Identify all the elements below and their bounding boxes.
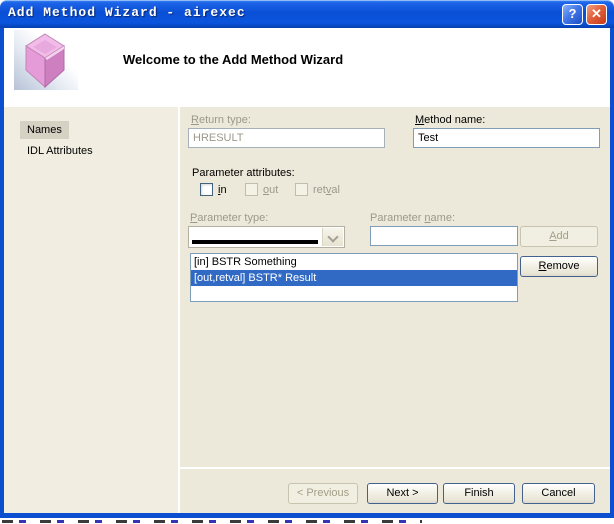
close-icon: ✕ [591,6,602,21]
window-title: Add Method Wizard - airexec [8,5,246,20]
screen: Add Method Wizard - airexec ? ✕ Welcome … [0,0,614,524]
return-type-label: Return type: [191,114,251,126]
help-button[interactable]: ? [562,4,583,25]
parameters-listbox[interactable]: [in] BSTR Something [out,retval] BSTR* R… [190,253,518,302]
sidebar-item-names[interactable]: Names [20,121,69,139]
wizard-footer: < Previous Next > Finish Cancel [180,469,610,513]
checkbox-out [245,183,258,196]
background-window-sliver [0,518,614,524]
checkbox-retval-label: retval [313,184,340,196]
finish-button[interactable]: Finish [443,483,515,504]
wizard-header: Welcome to the Add Method Wizard [4,28,610,107]
checkbox-in[interactable] [200,183,213,196]
checkbox-retval [295,183,308,196]
remove-button[interactable]: Remove [520,256,598,277]
parameter-type-combobox [188,226,345,248]
combo-selected-line [192,240,318,244]
question-icon: ? [568,6,577,21]
add-button: Add [520,226,598,247]
names-page: Return type: Method name: Parameter attr… [180,107,610,467]
sidebar-item-idl-attributes[interactable]: IDL Attributes [20,142,100,160]
list-item[interactable]: [in] BSTR Something [191,254,517,270]
parameter-type-label: Parameter type: [190,212,269,224]
parameter-name-input[interactable] [370,226,518,246]
parameter-attributes-label: Parameter attributes: [192,167,295,179]
close-button[interactable]: ✕ [586,4,607,25]
parameter-name-label: Parameter name: [370,212,456,224]
combo-drop-button [322,228,343,246]
next-button[interactable]: Next > [367,483,438,504]
wizard-gem-icon [14,30,78,90]
title-bar: Add Method Wizard - airexec ? ✕ [0,0,614,28]
return-type-input [188,128,385,148]
wizard-title: Welcome to the Add Method Wizard [123,52,344,67]
method-name-label: Method name: [415,114,486,126]
list-item-selected[interactable]: [out,retval] BSTR* Result [191,270,517,286]
method-name-input[interactable] [413,128,600,148]
cancel-button[interactable]: Cancel [522,483,595,504]
previous-button: < Previous [288,483,358,504]
dialog-frame: Welcome to the Add Method Wizard Names I… [0,28,614,518]
checkbox-out-label: out [263,184,279,196]
background-text-fragments [2,520,422,523]
checkbox-in-label: in [218,184,227,196]
wizard-steps-sidebar: Names IDL Attributes [4,107,178,513]
chevron-down-icon [327,231,339,243]
